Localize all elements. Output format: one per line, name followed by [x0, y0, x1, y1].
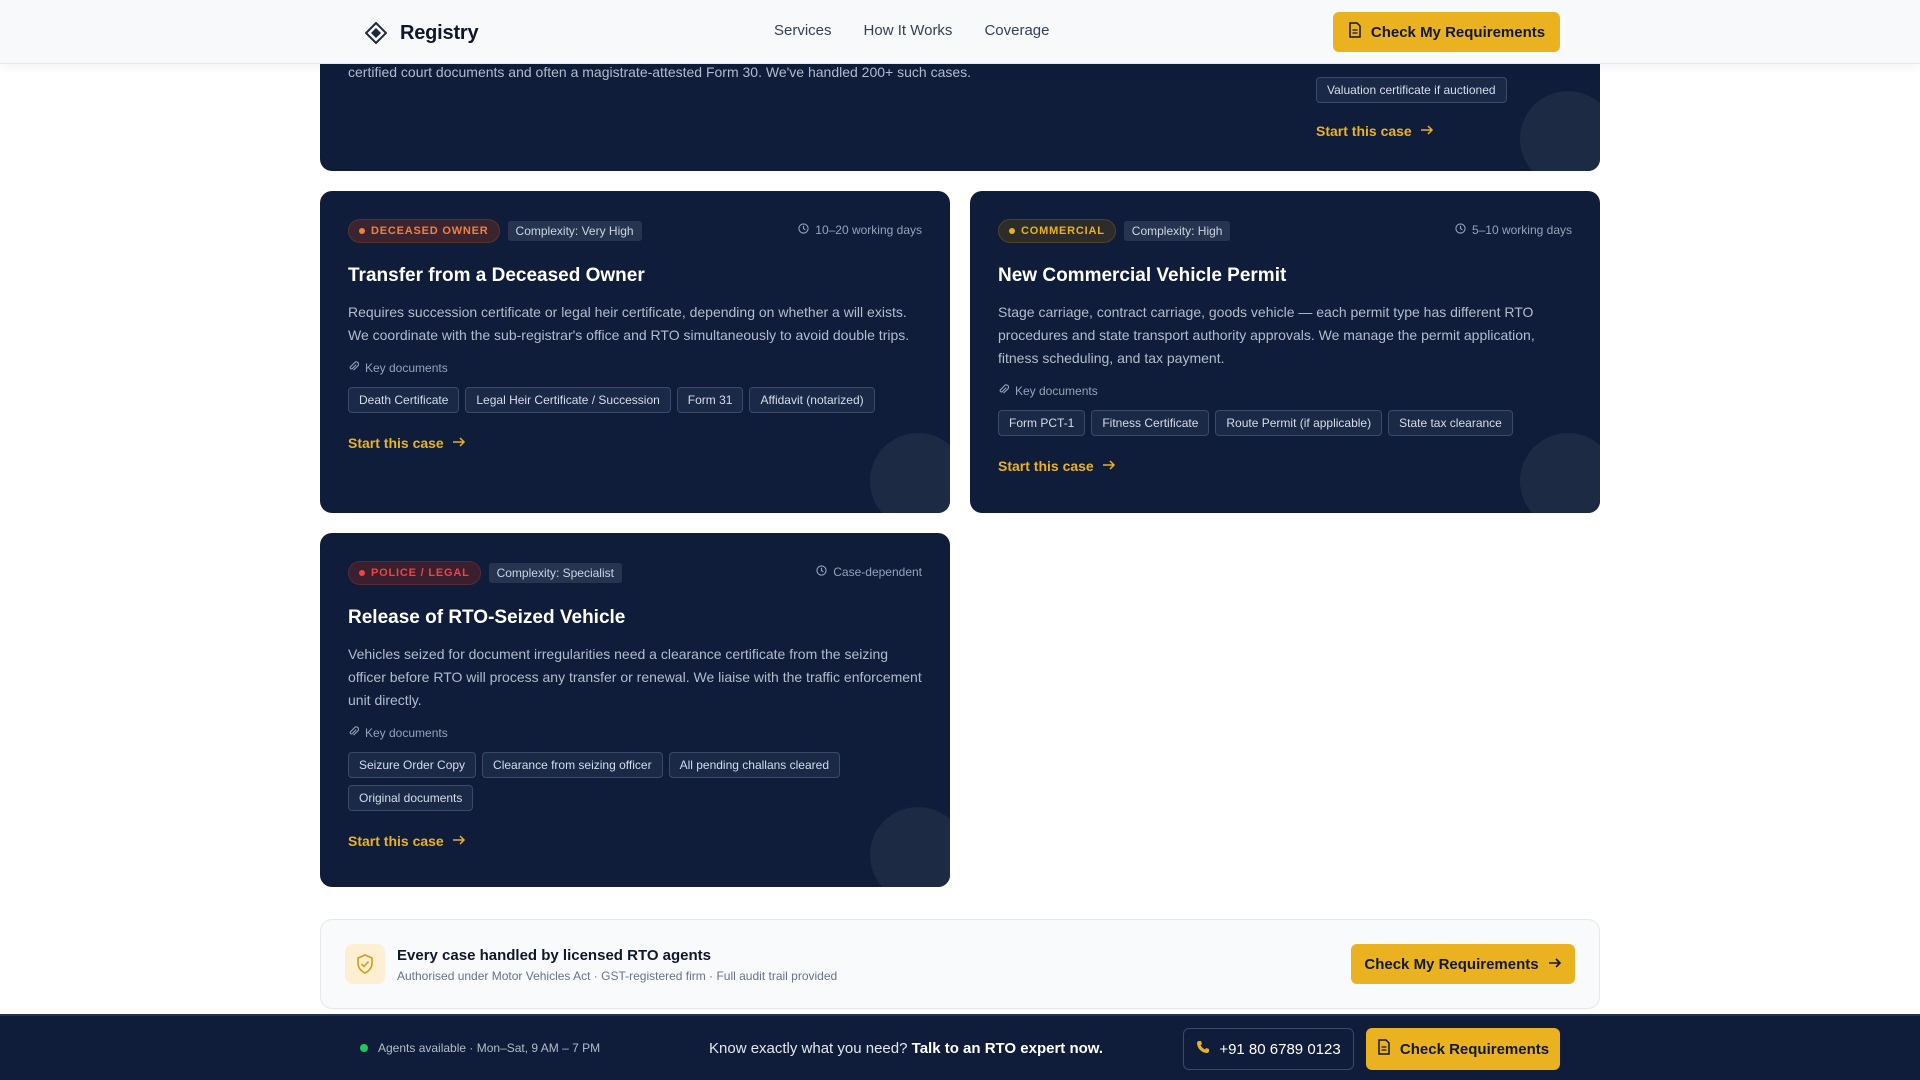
case-card-deceased-owner: DECEASED OWNER Complexity: Very High 10–…	[320, 191, 950, 513]
case-description: Vehicles seized for document irregularit…	[348, 646, 922, 708]
check-requirements-label: Check My Requirements	[1364, 955, 1539, 973]
paperclip-icon	[348, 361, 360, 375]
check-requirements-button[interactable]: Check Requirements	[1366, 1028, 1560, 1070]
case-title: Release of RTO-Seized Vehicle	[348, 607, 626, 628]
doc-chip: State tax clearance	[1388, 410, 1513, 436]
start-case-link[interactable]: Start this case	[348, 435, 922, 451]
key-documents-label: Key documents	[348, 361, 922, 375]
document-chips: Death Certificate Legal Heir Certificate…	[348, 387, 922, 413]
paperclip-icon	[348, 726, 360, 740]
case-description: Requires succession certificate or legal…	[348, 304, 910, 343]
case-title: New Commercial Vehicle Permit	[998, 265, 1287, 286]
doc-chip: Clearance from seizing officer	[482, 752, 663, 778]
call-phone-button[interactable]: +91 80 6789 0123	[1183, 1028, 1354, 1070]
phone-icon	[1196, 1040, 1210, 1058]
nav-how-it-works[interactable]: How It Works	[864, 22, 953, 39]
category-badge: COMMERCIAL	[998, 219, 1116, 243]
key-documents-label: Key documents	[348, 726, 922, 740]
case-card-seized-vehicle: POLICE / LEGAL Complexity: Specialist Ca…	[320, 533, 950, 887]
complexity-tag: Complexity: High	[1123, 221, 1231, 241]
doc-chip: Route Permit (if applicable)	[1215, 410, 1383, 436]
case-description: certified court documents and often a ma…	[348, 64, 972, 80]
document-icon	[1377, 1039, 1391, 1059]
shield-check-icon	[345, 944, 385, 984]
sticky-contact-bar: Agents available · Mon–Sat, 9 AM – 7 PM …	[0, 1014, 1920, 1080]
contact-prompt-emphasis: Talk to an RTO expert now.	[911, 1040, 1104, 1057]
key-documents-label: Key documents	[998, 384, 1572, 398]
doc-chip: All pending challans cleared	[668, 752, 840, 778]
arrow-right-icon	[452, 833, 466, 849]
document-chips: Form PCT-1 Fitness Certificate Route Per…	[998, 410, 1572, 436]
nav-coverage[interactable]: Coverage	[984, 22, 1049, 39]
start-case-link[interactable]: Start this case	[998, 458, 1572, 474]
doc-chip: Legal Heir Certificate / Succession	[465, 387, 671, 413]
start-case-label: Start this case	[348, 435, 444, 451]
diamond-logo-icon	[364, 21, 388, 45]
trust-title: Every case handled by licensed RTO agent…	[397, 947, 712, 964]
nav-services[interactable]: Services	[774, 22, 832, 39]
category-badge: POLICE / LEGAL	[348, 561, 481, 585]
doc-chip: Affidavit (notarized)	[749, 387, 875, 413]
case-title: Transfer from a Deceased Owner	[348, 265, 645, 286]
doc-chip: Original documents	[348, 785, 474, 811]
trust-banner: Every case handled by licensed RTO agent…	[320, 919, 1600, 1009]
check-requirements-button[interactable]: Check My Requirements	[1351, 944, 1575, 984]
case-description: Stage carriage, contract carriage, goods…	[998, 304, 1535, 366]
complexity-tag: Complexity: Specialist	[488, 563, 622, 583]
complexity-tag: Complexity: Very High	[507, 221, 642, 241]
clock-icon	[1455, 223, 1466, 237]
phone-number: +91 80 6789 0123	[1219, 1040, 1341, 1058]
check-requirements-button[interactable]: Check My Requirements	[1333, 12, 1560, 52]
availability-status: Agents available · Mon–Sat, 9 AM – 7 PM	[360, 1041, 600, 1055]
arrow-right-icon	[1102, 458, 1116, 474]
main-nav: Services How It Works Coverage	[774, 22, 1049, 39]
brand[interactable]: Registry	[364, 20, 479, 46]
start-case-label: Start this case	[998, 458, 1094, 474]
doc-chip: Form PCT-1	[998, 410, 1086, 436]
brand-name: Registry	[400, 21, 479, 44]
category-badge: DECEASED OWNER	[348, 219, 500, 243]
case-card-commercial-permit: COMMERCIAL Complexity: High 5–10 working…	[970, 191, 1600, 513]
doc-chip: Seizure Order Copy	[348, 752, 477, 778]
start-case-link[interactable]: Start this case	[348, 833, 922, 849]
document-icon	[1348, 22, 1362, 42]
duration: 5–10 working days	[1455, 223, 1572, 237]
doc-chip: Fitness Certificate	[1091, 410, 1210, 436]
trust-subtitle: Authorised under Motor Vehicles Act · GS…	[397, 969, 838, 983]
document-chips: Seizure Order Copy Clearance from seizin…	[348, 752, 868, 811]
check-requirements-label: Check My Requirements	[1370, 23, 1546, 41]
decorative-circle	[1520, 91, 1600, 171]
clock-icon	[798, 223, 809, 237]
start-case-link[interactable]: Start this case	[1316, 123, 1434, 139]
doc-chip: Form 31	[676, 387, 744, 413]
start-case-label: Start this case	[348, 833, 444, 849]
arrow-right-icon	[1548, 956, 1562, 973]
site-header: Registry Services How It Works Coverage …	[0, 0, 1920, 64]
arrow-right-icon	[1420, 123, 1434, 139]
arrow-right-icon	[452, 435, 466, 451]
clock-icon	[816, 565, 827, 579]
duration: 10–20 working days	[798, 223, 922, 237]
doc-chip: Valuation certificate if auctioned	[1316, 77, 1507, 103]
check-requirements-label: Check Requirements	[1399, 1040, 1550, 1058]
duration: Case-dependent	[816, 565, 922, 579]
paperclip-icon	[998, 384, 1010, 398]
doc-chip: Death Certificate	[348, 387, 460, 413]
start-case-label: Start this case	[1316, 123, 1412, 139]
contact-prompt: Know exactly what you need? Talk to an R…	[709, 1040, 1104, 1057]
online-dot-icon	[360, 1044, 368, 1052]
